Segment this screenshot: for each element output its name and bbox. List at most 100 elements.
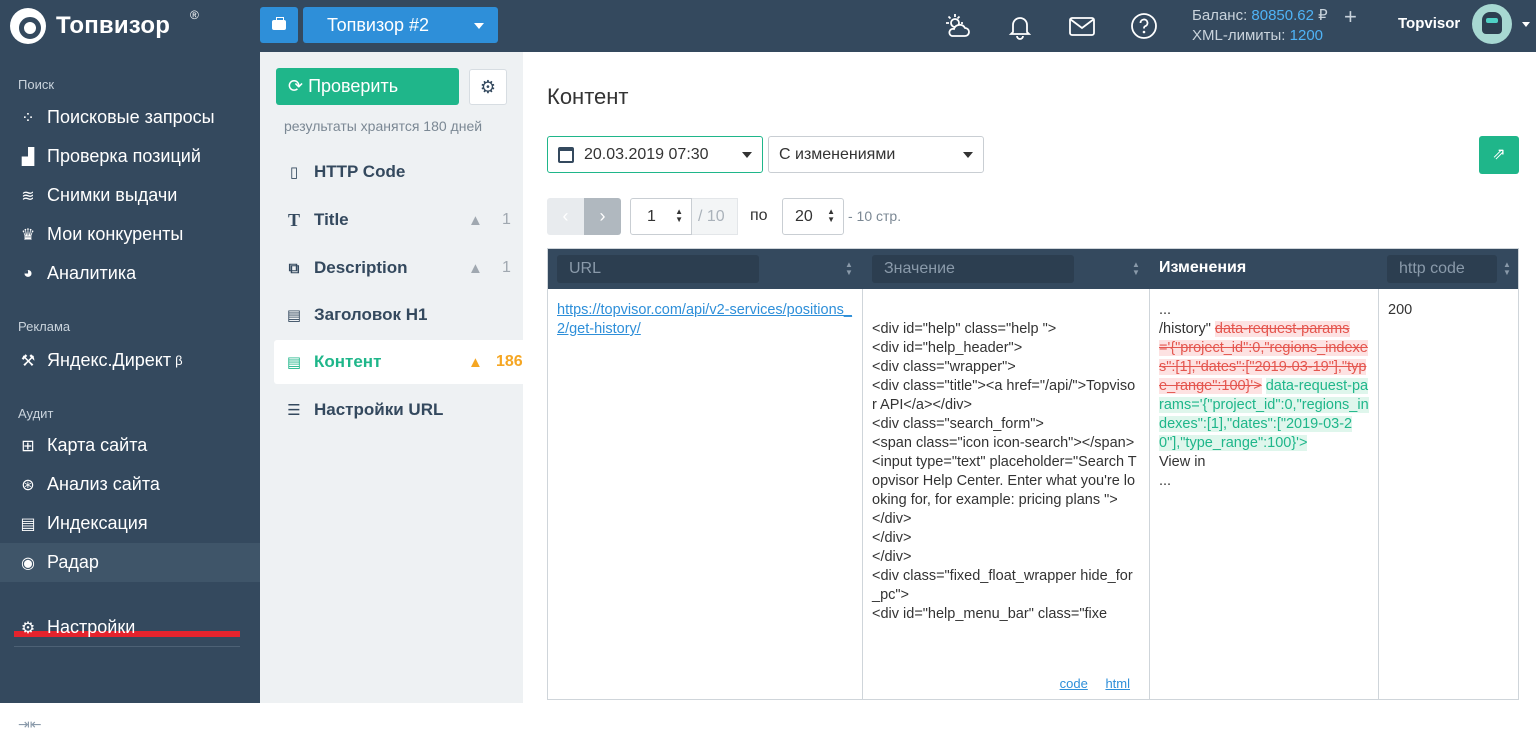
sidebar-item-label: Яндекс.Директ [47,350,172,370]
avatar[interactable] [1472,4,1512,44]
prev-page-button[interactable]: ‹ [547,198,584,235]
url-filter-input[interactable]: URL [557,255,759,283]
value-filter-input[interactable]: Значение [872,255,1074,283]
mail-icon[interactable] [1068,12,1096,40]
file-icon: ▯ [289,164,299,181]
chevron-down-icon [963,152,973,158]
panel-item-h1[interactable]: ▤ Заголовок H1 [274,293,523,337]
panel-item-description[interactable]: ⧉ Description ▲ 1 [274,246,523,290]
hammer-icon: ⚒ [20,352,36,370]
chevron-down-icon [474,23,484,29]
code-link[interactable]: code [1060,676,1088,691]
mode-select[interactable]: С изменениями [768,136,984,173]
panel-settings-button[interactable]: ⚙ [469,69,507,105]
panel-item-label: HTTP Code [314,162,406,181]
lifebuoy-icon: ⊛ [21,476,35,494]
scatter-icon: ⁘ [21,109,35,127]
retention-note: результаты хранятся 180 дней [284,118,483,134]
sidebar-item-positions[interactable]: ▟ Проверка позиций [0,137,260,176]
page-title: Контент [547,84,629,109]
sidebar-item-sitemap[interactable]: ⊞ Карта сайта [0,426,260,465]
page-input[interactable]: 1 ▲ ▼ [630,198,692,235]
stepper-icon[interactable]: ▲ ▼ [827,208,835,224]
balance-label: Баланс: [1192,7,1248,24]
sort-icon[interactable]: ▲ ▼ [1132,261,1140,277]
sidebar-item-label: Поисковые запросы [47,107,215,127]
logo[interactable]: Топвизор ® [10,6,199,46]
sidebar-item-competitors[interactable]: ♛ Мои конкуренты [0,215,260,254]
user-menu-chevron-icon[interactable] [1522,22,1530,27]
sort-icon[interactable]: ▲ ▼ [1503,261,1511,277]
list-icon: ☰ [287,402,301,419]
sidebar-item-label: Снимки выдачи [47,185,178,205]
panel-item-url-settings[interactable]: ☰ Настройки URL [274,388,523,432]
section-ads: Реклама [18,319,71,334]
panel-item-http-code[interactable]: ▯ HTTP Code [274,150,523,194]
newspaper-icon: ▤ [286,307,302,324]
sidebar-item-radar[interactable]: ◉ Радар [0,543,260,582]
mode-value: С изменениями [779,146,896,163]
bell-icon[interactable] [1006,12,1034,40]
sidebar-item-site-audit[interactable]: ⊛ Анализ сайта [0,465,260,504]
help-icon[interactable] [1130,12,1158,40]
sidebar-item-snapshots[interactable]: ≋ Снимки выдачи [0,176,260,215]
table-row: https://topvisor.com/api/v2-services/pos… [548,289,1518,699]
value-cell: <div id="help" class="help "> <div id="h… [863,289,1150,699]
projects-button[interactable] [260,7,298,43]
eye-icon: ◉ [21,554,35,572]
changes-cell: ... /history" data-request-params='{"pro… [1150,289,1379,699]
sidebar-item-analytics[interactable]: ◕ Аналитика [0,254,260,293]
currency: ₽ [1318,7,1328,24]
sidebar-item-indexing[interactable]: ▤ Индексация [0,504,260,543]
code-file-icon: ⧉ [288,259,300,277]
document-icon: ▤ [286,354,302,371]
http-code-filter-input[interactable]: http code [1387,255,1497,283]
radar-panel: ⟳ Проверить ⚙ результаты хранятся 180 дн… [260,52,523,703]
collapse-sidebar-button[interactable]: ⇥⇤ [18,716,41,733]
sitemap-icon: ⊞ [21,437,35,455]
panel-item-label: Контент [314,352,382,371]
sidebar-item-yandex-direct[interactable]: ⚒ Яндекс.Директ β [0,341,260,380]
per-page-input[interactable]: 20 ▲ ▼ [782,198,844,235]
export-button[interactable]: ⇗ [1479,136,1519,174]
changes-context-after: View in ... [1159,454,1206,489]
weather-icon[interactable] [944,12,972,40]
main-content: Контент 20.03.2019 07:30 С изменениями ⇗… [523,52,1536,703]
panel-item-content[interactable]: ▤ Контент ▲ 186 [274,340,523,384]
panel-item-title[interactable]: T Title ▲ 1 [274,198,523,242]
balance-value[interactable]: 80850.62 [1251,7,1314,24]
sidebar-item-label: Индексация [47,513,148,533]
sort-icon[interactable]: ▲ ▼ [845,261,853,277]
beta-mark: β [175,353,183,368]
add-funds-button[interactable]: + [1344,4,1357,30]
changes-header: Изменения [1159,259,1247,276]
column-value: Значение ▲ ▼ [863,249,1150,289]
sidebar-item-settings[interactable]: ⚙ Настройки [0,608,260,647]
issue-count: 186 [496,353,523,370]
chevron-right-icon: › [599,206,606,226]
sidebar-item-label: Карта сайта [47,435,148,455]
panel-item-label: Title [314,210,349,229]
bar-chart-icon: ▟ [21,148,35,166]
date-select[interactable]: 20.03.2019 07:30 [547,136,763,173]
newspaper-icon: ▤ [20,515,36,533]
gear-icon: ⚙ [479,77,497,97]
url-link[interactable]: https://topvisor.com/api/v2-services/pos… [557,302,852,337]
user-name[interactable]: Topvisor [1398,15,1460,32]
warning-icon: ▲ [468,259,483,277]
issue-count: 1 [502,211,511,228]
pages-note: - 10 стр. [848,208,902,224]
issue-count: 1 [502,259,511,276]
changes-context: ... /history" [1159,302,1211,337]
sidebar-item-search-queries[interactable]: ⁘ Поисковые запросы [0,98,260,137]
text-t-icon: T [287,209,300,230]
project-selector[interactable]: Топвизор #2 [303,7,498,43]
stepper-icon[interactable]: ▲ ▼ [675,208,683,224]
check-button[interactable]: ⟳ Проверить [276,68,459,105]
html-link[interactable]: html [1105,676,1130,691]
xml-limits-value[interactable]: 1200 [1290,27,1323,44]
registered-mark: ® [190,8,199,22]
next-page-button[interactable]: › [584,198,621,235]
view-links: code html [1046,676,1130,691]
panel-item-label: Description [314,258,408,277]
